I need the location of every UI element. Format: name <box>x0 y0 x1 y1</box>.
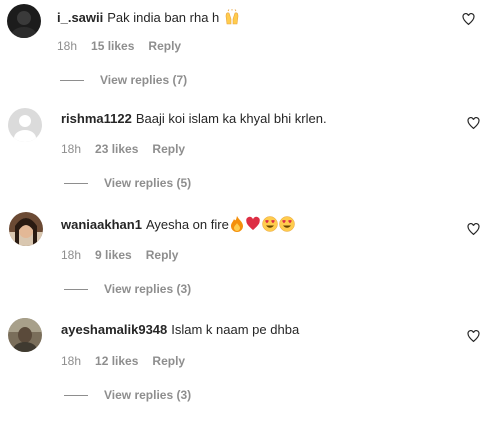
view-replies-label: View replies (5) <box>104 176 192 190</box>
comment-item: rishma1122 Baaji koi islam ka khyal bhi k… <box>0 105 487 211</box>
like-heart-icon[interactable] <box>462 13 475 26</box>
comment-text: Pak india ban rha h <box>107 10 220 25</box>
fire-emoji <box>230 216 244 232</box>
heart-eyes-emoji <box>279 216 295 232</box>
comment-line: ayeshamalik9348 Islam k naam pe dhba <box>61 322 299 338</box>
reply-button[interactable]: Reply <box>152 354 185 368</box>
likes-count[interactable]: 9 likes <box>95 248 132 262</box>
username[interactable]: rishma1122 <box>61 111 132 126</box>
comment-meta: 18h 23 likes Reply <box>61 142 199 156</box>
like-heart-icon[interactable] <box>467 223 480 236</box>
avatar[interactable] <box>9 212 43 246</box>
replies-divider <box>64 183 88 185</box>
like-heart-icon[interactable] <box>467 117 480 130</box>
raised-hands-emoji <box>224 9 240 25</box>
reply-button[interactable]: Reply <box>146 248 179 262</box>
username[interactable]: i_.sawii <box>57 10 103 25</box>
replies-divider <box>64 289 88 291</box>
view-replies-button[interactable]: View replies (5) <box>64 176 191 190</box>
comment-text: Islam k naam pe dhba <box>171 322 300 337</box>
username[interactable]: waniaakhan1 <box>61 217 142 232</box>
avatar[interactable] <box>8 108 42 142</box>
likes-count[interactable]: 12 likes <box>95 354 138 368</box>
likes-count[interactable]: 15 likes <box>91 39 134 53</box>
comment-line: i_.sawii Pak india ban rha h <box>57 9 240 26</box>
avatar[interactable] <box>7 4 41 38</box>
timestamp: 18h <box>61 248 82 262</box>
view-replies-label: View replies (3) <box>104 388 192 402</box>
comment-text: Baaji koi islam ka khyal bhi krlen. <box>135 111 327 126</box>
comment-meta: 18h 9 likes Reply <box>61 248 192 262</box>
red-heart-emoji <box>245 216 261 232</box>
comment-meta: 18h 15 likes Reply <box>57 39 195 53</box>
avatar[interactable] <box>8 318 42 352</box>
comment-item: i_.sawii Pak india ban rha h 18h 15 likes R… <box>0 0 487 106</box>
comment-item: waniaakhan1 Ayesha on fire 18h 9 likes R… <box>0 210 487 316</box>
comment-line: waniaakhan1 Ayesha on fire <box>61 216 295 233</box>
comment-item: ayeshamalik9348 Islam k naam pe dhba 18h 1… <box>0 316 487 422</box>
username[interactable]: ayeshamalik9348 <box>61 322 167 337</box>
heart-eyes-emoji <box>262 216 278 232</box>
comment-meta: 18h 12 likes Reply <box>61 354 199 368</box>
timestamp: 18h <box>57 39 78 53</box>
view-replies-button[interactable]: View replies (3) <box>64 388 191 402</box>
view-replies-button[interactable]: View replies (7) <box>60 73 187 87</box>
reply-button[interactable]: Reply <box>152 142 185 156</box>
view-replies-button[interactable]: View replies (3) <box>64 282 191 296</box>
likes-count[interactable]: 23 likes <box>95 142 138 156</box>
comment-line: rishma1122 Baaji koi islam ka khyal bhi k… <box>61 111 327 127</box>
replies-divider <box>64 395 88 397</box>
view-replies-label: View replies (7) <box>100 73 188 87</box>
reply-button[interactable]: Reply <box>148 39 181 53</box>
view-replies-label: View replies (3) <box>104 282 192 296</box>
like-heart-icon[interactable] <box>467 330 480 343</box>
comment-text: Ayesha on fire <box>145 217 229 232</box>
timestamp: 18h <box>61 354 82 368</box>
replies-divider <box>60 80 84 82</box>
timestamp: 18h <box>61 142 82 156</box>
